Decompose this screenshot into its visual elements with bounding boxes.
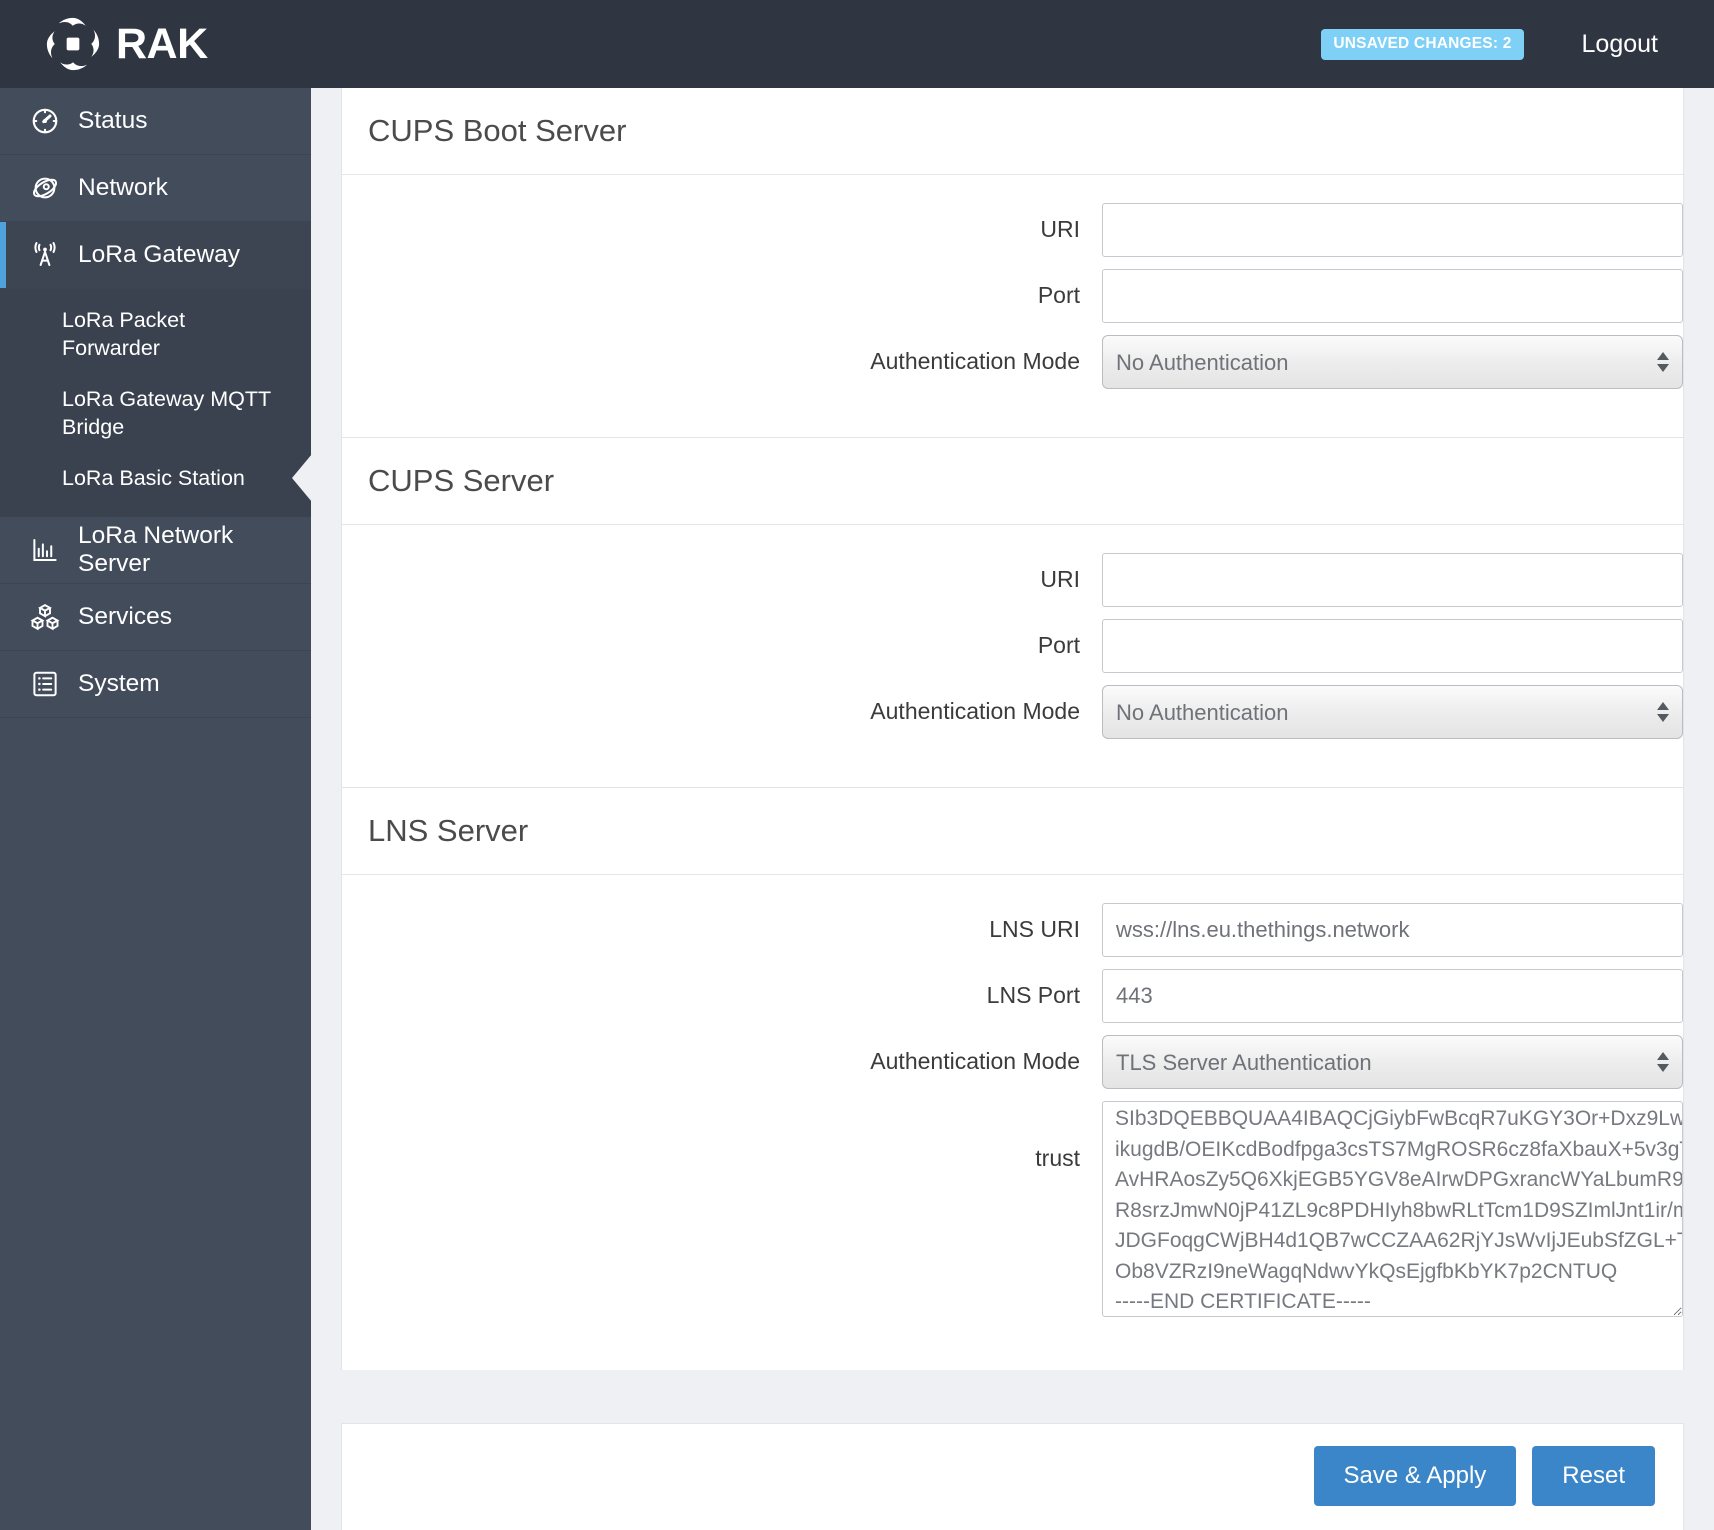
panel-title: LNS Server [368, 813, 529, 849]
field-row-cups-boot-uri: URI [342, 203, 1683, 258]
field-control [1102, 969, 1683, 1024]
field-label: Authentication Mode [870, 348, 1080, 375]
sidebar-item-label: LoRa Network Server [78, 521, 234, 577]
panel-body: URI Port Authentication Mode No Authenti… [342, 174, 1683, 437]
sidebar-subitem-label: LoRa Packet Forwarder [62, 308, 186, 361]
field-control [1102, 619, 1683, 674]
field-row-cups-boot-port: Port [342, 269, 1683, 324]
field-label: Port [1037, 282, 1080, 309]
sidebar: Status Network LoRa Gateway LoRa Packet … [0, 88, 312, 1530]
sidebar-filler [0, 717, 311, 1530]
top-bar: RAK UNSAVED CHANGES: 2 Logout [0, 0, 1714, 88]
sidebar-item-label: Status [78, 107, 148, 134]
field-control [1102, 903, 1683, 958]
sidebar-subitem-lora-gateway-mqtt-bridge[interactable]: LoRa Gateway MQTT Bridge [0, 374, 311, 453]
field-label: trust [1035, 1145, 1080, 1172]
rak-logo-icon [44, 15, 102, 73]
cups-boot-port-input[interactable] [1102, 269, 1683, 324]
lns-uri-input[interactable] [1102, 903, 1683, 958]
field-label: LNS Port [986, 982, 1080, 1009]
field-control: No AuthenticationTLS Server Authenticati… [1102, 1035, 1683, 1090]
top-bar-actions: UNSAVED CHANGES: 2 Logout [1321, 28, 1714, 60]
field-row-lns-uri: LNS URI [342, 903, 1683, 958]
sidebar-item-label: Services [78, 602, 172, 630]
field-control [1102, 203, 1683, 258]
sidebar-item-services[interactable]: Services [0, 583, 311, 651]
save-and-apply-button[interactable]: Save & Apply [1313, 1446, 1517, 1506]
panel-cups-boot-server: CUPS Boot Server URI Port Authentication… [341, 88, 1684, 438]
brand-name: RAK [116, 19, 208, 68]
field-row-lns-auth-mode: Authentication Mode No AuthenticationTLS… [342, 1035, 1683, 1090]
field-control [1102, 1101, 1683, 1322]
field-control: No AuthenticationTLS Server Authenticati… [1102, 335, 1683, 390]
network-icon [30, 173, 60, 203]
field-row-cups-auth-mode: Authentication Mode No AuthenticationTLS… [342, 685, 1683, 740]
panel-title: CUPS Boot Server [368, 113, 627, 148]
sidebar-item-lora-network-server[interactable]: LoRa Network Server [0, 516, 311, 584]
field-control [1102, 269, 1683, 324]
cups-auth-mode-select[interactable]: No AuthenticationTLS Server Authenticati… [1102, 685, 1683, 740]
settings-scroll-area: CUPS Boot Server URI Port Authentication… [341, 88, 1714, 1423]
panel-cups-server: CUPS Server URI Port Authentication Mode… [341, 437, 1684, 788]
select-wrapper: No AuthenticationTLS Server Authenticati… [1102, 685, 1683, 740]
field-label: Authentication Mode [870, 698, 1080, 725]
sidebar-item-network[interactable]: Network [0, 155, 311, 222]
sidebar-item-status[interactable]: Status [0, 88, 311, 155]
dashboard-icon [30, 106, 60, 136]
chart-bars-icon [30, 535, 60, 565]
sidebar-item-lora-gateway[interactable]: LoRa Gateway [0, 222, 311, 289]
field-row-lns-port: LNS Port [342, 969, 1683, 1024]
panel-title: CUPS Server [368, 463, 555, 499]
select-wrapper: No AuthenticationTLS Server Authenticati… [1102, 335, 1683, 390]
field-row-cups-uri: URI [342, 553, 1683, 608]
cups-boot-auth-mode-select[interactable]: No AuthenticationTLS Server Authenticati… [1102, 335, 1683, 390]
boxes-icon [30, 602, 60, 632]
panel-body: LNS URI LNS Port Authentication Mode [342, 874, 1683, 1370]
brand-logo-area[interactable]: RAK [0, 15, 208, 73]
lns-trust-certificate-textarea[interactable] [1102, 1101, 1683, 1318]
field-label: LNS URI [989, 916, 1080, 943]
sidebar-item-label: LoRa Gateway [78, 241, 241, 268]
reset-button[interactable]: Reset [1532, 1446, 1655, 1506]
server-list-icon [30, 669, 60, 699]
logout-button[interactable]: Logout [1582, 30, 1658, 59]
lora-gateway-submenu: LoRa Packet Forwarder LoRa Gateway MQTT … [0, 289, 312, 517]
panel-header: CUPS Server [342, 438, 1683, 524]
field-control [1102, 553, 1683, 608]
field-label: Authentication Mode [870, 1048, 1080, 1075]
antenna-icon [30, 240, 60, 270]
sidebar-item-label: System [78, 669, 160, 697]
cups-uri-input[interactable] [1102, 553, 1683, 608]
panel-body: URI Port Authentication Mode No Authenti… [342, 524, 1683, 787]
field-control: No AuthenticationTLS Server Authenticati… [1102, 685, 1683, 740]
panel-header: CUPS Boot Server [342, 88, 1683, 174]
field-label: URI [1040, 566, 1080, 593]
active-page-caret-icon [292, 453, 312, 502]
field-row-lns-trust: trust [342, 1101, 1683, 1322]
field-label: Port [1037, 632, 1080, 659]
form-action-bar: Save & Apply Reset [341, 1423, 1684, 1530]
field-row-cups-port: Port [342, 619, 1683, 674]
sidebar-item-system[interactable]: System [0, 650, 311, 718]
sidebar-subitem-label: LoRa Basic Station [62, 465, 245, 490]
field-row-cups-boot-auth-mode: Authentication Mode No AuthenticationTLS… [342, 335, 1683, 390]
sidebar-subitem-label: LoRa Gateway MQTT Bridge [62, 386, 271, 440]
field-label: URI [1040, 216, 1080, 243]
sidebar-item-label: Network [78, 174, 168, 201]
panel-lns-server: LNS Server LNS URI LNS Port [341, 787, 1684, 1371]
sidebar-subitem-lora-packet-forwarder[interactable]: LoRa Packet Forwarder [0, 295, 311, 374]
cups-port-input[interactable] [1102, 619, 1683, 674]
main-content: CUPS Boot Server URI Port Authentication… [311, 88, 1714, 1530]
lns-auth-mode-select[interactable]: No AuthenticationTLS Server Authenticati… [1102, 1035, 1683, 1090]
select-wrapper: No AuthenticationTLS Server Authenticati… [1102, 1035, 1683, 1090]
unsaved-changes-badge[interactable]: UNSAVED CHANGES: 2 [1321, 28, 1524, 60]
sidebar-subitem-lora-basic-station[interactable]: LoRa Basic Station [0, 453, 312, 503]
panel-header: LNS Server [342, 788, 1683, 874]
cups-boot-uri-input[interactable] [1102, 203, 1683, 258]
lns-port-input[interactable] [1102, 969, 1683, 1024]
